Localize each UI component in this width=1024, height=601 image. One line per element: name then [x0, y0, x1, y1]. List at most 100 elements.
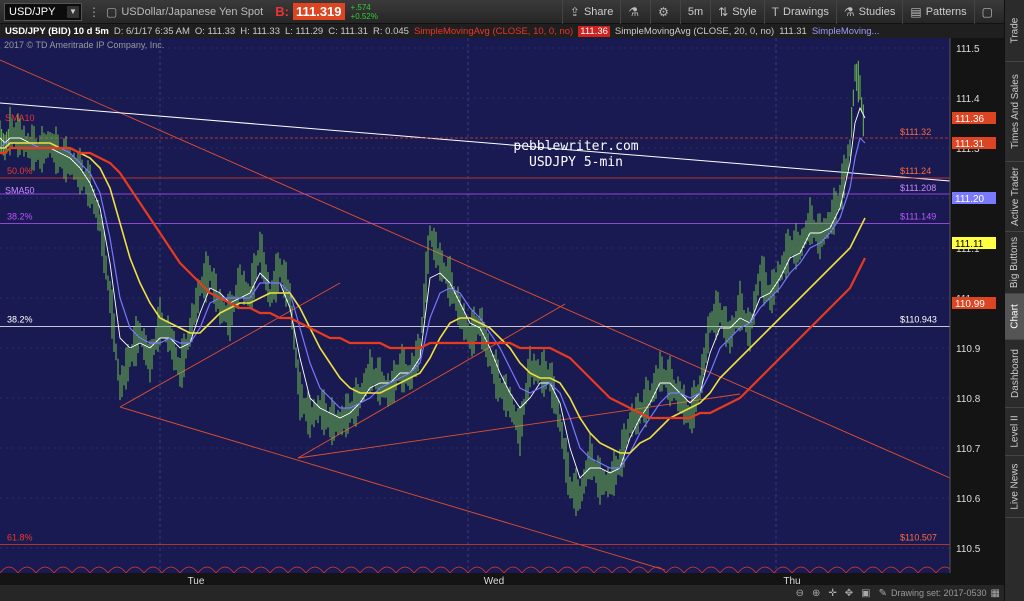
fib-price-label: $110.943 [900, 315, 937, 325]
fib-level-label: 61.8% [7, 533, 33, 543]
grid-icon[interactable]: ▦ [991, 588, 1000, 599]
price-marker-label: 111.20 [955, 194, 985, 205]
info-high: H: 111.33 [240, 25, 280, 37]
side-tab-label: Chart [1009, 304, 1021, 329]
price-level-label: $111.208 [900, 183, 936, 193]
annotation-subtitle: USDJPY 5-min [529, 155, 623, 170]
y-tick-label: 110.5 [956, 544, 981, 555]
fib-level-label: 38.2% [7, 212, 33, 222]
price-marker-label: 111.11 [955, 239, 984, 250]
sma20-study-value: 111.31 [779, 25, 807, 37]
side-tab-level-ii[interactable]: Level II [1005, 408, 1024, 456]
zoom-in-icon[interactable]: ⊕ [812, 588, 820, 599]
annotation-title: pebblewriter.com [513, 139, 638, 154]
price-chart[interactable]: 50.0% $111.24 38.2% $111.149 38.2% $110.943 61… [0, 38, 1004, 588]
side-tab-strip: Trade Times And Sales Active Trader Big … [1004, 0, 1024, 601]
fib-level-label: 38.2% [7, 315, 33, 325]
patterns-icon: ▤ [910, 4, 922, 19]
flask-icon: ⚗ [628, 4, 640, 19]
expand-button[interactable]: ▢ [973, 0, 1004, 24]
y-tick-label: 110.9 [956, 344, 981, 355]
side-tab-live-news[interactable]: Live News [1005, 456, 1024, 518]
side-tab-label: Big Buttons [1009, 236, 1021, 289]
bid-label: B: [275, 4, 289, 19]
drawing-set-icon: ✎ [878, 587, 887, 599]
drawings-icon: T [771, 4, 780, 19]
side-tab-label: Live News [1009, 463, 1021, 510]
side-tab-big-buttons[interactable]: Big Buttons [1005, 232, 1024, 294]
sma-label: SMA50 [5, 186, 35, 196]
bid-value: 111.319 [292, 3, 345, 20]
sma50-study-label[interactable]: SimpleMoving... [812, 26, 880, 37]
patterns-button[interactable]: ▤ Patterns [902, 0, 973, 24]
info-range: R: 0.045 [373, 25, 409, 37]
gear-icon: ⚙ [658, 4, 669, 19]
side-tab-active-trader[interactable]: Active Trader [1005, 162, 1024, 232]
symbol-input[interactable]: USD/JPY ▼ [4, 2, 82, 21]
share-button[interactable]: ⇪ Share [561, 0, 620, 24]
side-tab-label: Dashboard [1009, 349, 1021, 398]
info-icon[interactable]: ▢ [106, 5, 117, 19]
drawing-set-label[interactable]: Drawing set: 2017-0530 [891, 588, 987, 598]
price-marker-label: 110.99 [955, 299, 985, 310]
plot-background [0, 38, 950, 573]
chart-area[interactable]: 50.0% $111.24 38.2% $111.149 38.2% $110.943 61… [0, 38, 1004, 588]
top-toolbar: USD/JPY ▼ ⋮ ▢ USDollar/Japanese Yen Spot… [0, 0, 1004, 24]
style-icon: ⇅ [718, 4, 729, 19]
info-open: O: 111.33 [194, 25, 236, 37]
y-tick-label: 110.6 [956, 494, 981, 505]
chart-title: USD/JPY (BID) 10 d 5m [5, 25, 109, 37]
side-tab-dashboard[interactable]: Dashboard [1005, 340, 1024, 408]
symbol-description: USDollar/Japanese Yen Spot [121, 5, 264, 18]
change-values: +.574 +0.52% [351, 3, 378, 21]
studies-icon: ⚗ [843, 4, 855, 19]
link-icon[interactable]: ⋮ [88, 5, 100, 19]
side-tab-trade[interactable]: Trade [1005, 0, 1024, 62]
side-tab-label: Active Trader [1009, 167, 1021, 226]
side-tab-times-and-sales[interactable]: Times And Sales [1005, 62, 1024, 162]
settings-button[interactable]: ⚙ [650, 0, 680, 24]
camera-icon[interactable]: ▣ [861, 588, 870, 599]
fib-price-label: $110.507 [900, 533, 937, 543]
sma20-study-label[interactable]: SimpleMovingAvg (CLOSE, 20, 0, no) [615, 26, 774, 37]
side-tab-label: Trade [1009, 17, 1021, 44]
status-bar: ⊖ ⊕ ✛ ✥ ▣ ✎ Drawing set: 2017-0530 ▦ [0, 585, 1004, 601]
fib-price-label: $111.149 [900, 212, 936, 222]
drawings-button[interactable]: T Drawings [763, 0, 836, 24]
change-abs: +.574 [350, 2, 371, 12]
sma10-study-value: 111.36 [578, 25, 610, 37]
side-tab-chart[interactable]: Chart [1005, 294, 1024, 340]
style-button[interactable]: ⇅ Style [710, 0, 764, 24]
drawings-label: Drawings [783, 5, 829, 18]
patterns-label: Patterns [925, 5, 967, 18]
share-label: Share [583, 5, 614, 18]
expand-icon: ▢ [981, 4, 993, 19]
side-tab-label: Times And Sales [1009, 74, 1021, 149]
fib-price-label: $111.24 [900, 166, 931, 176]
cursor-icon[interactable]: ✛ [828, 588, 836, 599]
timeframe-button[interactable]: 5m [679, 0, 710, 24]
info-close: C: 111.31 [328, 25, 369, 37]
timeframe-label: 5m [687, 5, 704, 18]
zoom-out-icon[interactable]: ⊖ [796, 588, 804, 599]
share-icon: ⇪ [569, 4, 580, 19]
fib-level-label: 50.0% [7, 166, 33, 176]
info-date: D: 6/1/17 6:35 AM [113, 25, 190, 37]
chart-info-bar: USD/JPY (BID) 10 d 5m D: 6/1/17 6:35 AM … [0, 24, 1004, 38]
symbol-dropdown-icon[interactable]: ▼ [67, 5, 79, 18]
style-label: Style [732, 5, 757, 18]
y-tick-label: 110.7 [956, 444, 981, 455]
symbol-text: USD/JPY [9, 5, 56, 18]
studies-button[interactable]: ⚗ Studies [835, 0, 902, 24]
price-level-label: $111.32 [900, 127, 931, 137]
copyright-text: 2017 © TD Ameritrade IP Company, Inc. [4, 40, 165, 50]
price-marker-label: 111.31 [955, 139, 985, 150]
change-pct: +0.52% [350, 11, 378, 21]
sma10-study-label[interactable]: SimpleMovingAvg (CLOSE, 10, 0, no) [414, 26, 573, 37]
y-tick-label: 111.4 [956, 94, 980, 105]
side-tab-label: Level II [1009, 415, 1021, 448]
price-marker-label: 111.36 [955, 114, 985, 125]
flask-button[interactable]: ⚗ [620, 0, 650, 24]
studies-label: Studies [858, 5, 896, 18]
pan-icon[interactable]: ✥ [845, 588, 853, 599]
